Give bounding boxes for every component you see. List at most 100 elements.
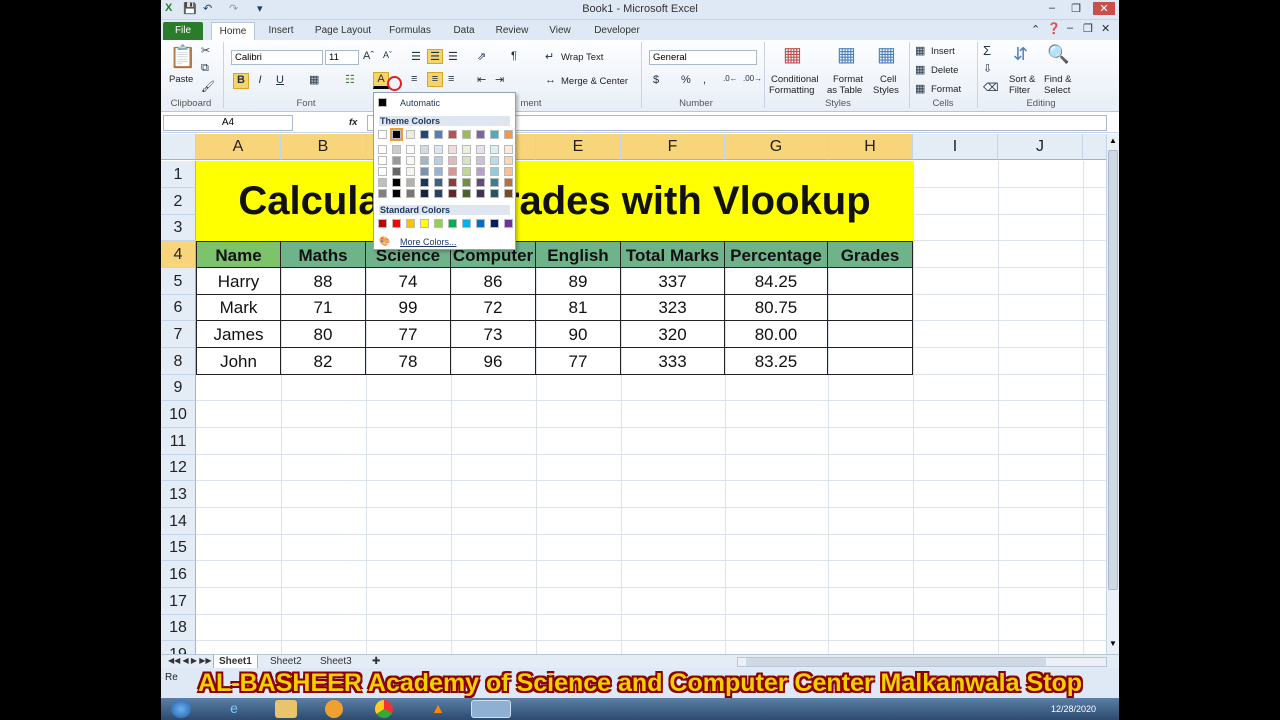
theme-shade-swatch[interactable] [476, 178, 485, 187]
file-explorer-icon[interactable] [275, 700, 297, 718]
worksheet-grid[interactable]: A B C D E F G H I J 1 2 3 4 5 6 7 8 9 10… [161, 134, 1106, 654]
theme-shade-swatch[interactable] [462, 156, 471, 165]
increase-indent-icon[interactable]: ⇥ [495, 73, 504, 86]
header-cell[interactable]: Total Marks [621, 241, 725, 268]
row-header[interactable]: 6 [161, 295, 196, 321]
media-player-icon[interactable] [325, 700, 343, 718]
decrease-decimal-icon[interactable]: .00→ [743, 74, 762, 83]
row-header[interactable]: 15 [161, 535, 196, 561]
minimize-ribbon-icon[interactable]: ⌃ [1031, 23, 1040, 36]
theme-shade-swatch[interactable] [448, 178, 457, 187]
format-cells-icon[interactable]: ▦ [915, 82, 925, 95]
header-cell[interactable]: Maths [281, 241, 366, 268]
tab-developer[interactable]: Developer [589, 22, 645, 40]
align-center-icon[interactable]: ≡ [427, 72, 443, 87]
row-header[interactable]: 18 [161, 615, 196, 641]
column-header[interactable] [1083, 134, 1106, 160]
automatic-option[interactable]: Automatic [400, 98, 440, 108]
start-button-icon[interactable] [171, 700, 191, 718]
sort-filter-button[interactable]: Sort & [1009, 74, 1035, 85]
column-header[interactable]: E [536, 134, 621, 160]
find-select-icon[interactable]: 🔍 [1047, 44, 1069, 65]
sheet-tab[interactable]: Sheet1 [213, 655, 258, 669]
name-box[interactable]: A4 [163, 115, 293, 131]
standard-color-swatch[interactable] [420, 219, 429, 228]
clock-date[interactable]: 12/28/2020 [1051, 704, 1096, 714]
scroll-down-icon[interactable]: ▼ [1108, 639, 1118, 649]
column-header[interactable]: I [913, 134, 998, 160]
table-cell[interactable]: 71 [281, 295, 366, 321]
conditional-formatting-icon[interactable]: ▦ [783, 42, 802, 67]
find-select-label[interactable]: Select [1044, 85, 1070, 96]
theme-shade-swatch[interactable] [378, 178, 387, 187]
table-cell[interactable]: 80 [281, 321, 366, 348]
theme-shade-swatch[interactable] [392, 156, 401, 165]
row-header[interactable]: 16 [161, 561, 196, 588]
theme-shade-swatch[interactable] [462, 167, 471, 176]
horizontal-scrollbar[interactable] [737, 657, 1107, 667]
row-header[interactable]: 8 [161, 348, 196, 375]
minimize-button[interactable]: – [1043, 2, 1061, 14]
table-cell[interactable]: 89 [536, 268, 621, 295]
grade-cell[interactable] [828, 348, 913, 375]
internet-explorer-icon[interactable]: e [223, 700, 245, 718]
theme-shade-swatch[interactable] [504, 145, 513, 154]
theme-color-swatch[interactable] [448, 130, 457, 139]
paste-icon[interactable]: 📋 [169, 44, 197, 72]
table-cell[interactable]: 320 [621, 321, 725, 348]
table-cell[interactable]: James [196, 321, 281, 348]
row-header[interactable]: 14 [161, 508, 196, 535]
vertical-scroll-thumb[interactable] [1108, 150, 1118, 590]
theme-shade-swatch[interactable] [378, 156, 387, 165]
tab-data[interactable]: Data [447, 22, 481, 40]
wrap-text-button[interactable]: Wrap Text [561, 52, 603, 63]
theme-shade-swatch[interactable] [448, 167, 457, 176]
theme-shade-swatch[interactable] [392, 189, 401, 198]
table-cell[interactable]: Mark [196, 295, 281, 321]
theme-shade-swatch[interactable] [490, 178, 499, 187]
vertical-scrollbar[interactable]: ▲ ▼ [1106, 134, 1119, 654]
theme-shade-swatch[interactable] [448, 156, 457, 165]
row-header[interactable]: 13 [161, 481, 196, 508]
borders-icon[interactable]: ▦ [309, 73, 319, 86]
title-banner[interactable]: Calculat rades with Vlookup [196, 161, 913, 241]
row-header[interactable]: 10 [161, 401, 196, 428]
theme-shade-swatch[interactable] [504, 156, 513, 165]
theme-shade-swatch[interactable] [462, 145, 471, 154]
theme-shade-swatch[interactable] [420, 178, 429, 187]
tab-review[interactable]: Review [491, 22, 533, 40]
theme-shade-swatch[interactable] [476, 156, 485, 165]
header-cell[interactable]: Grades [828, 241, 913, 268]
standard-color-swatch[interactable] [392, 219, 401, 228]
theme-color-swatch[interactable] [390, 128, 403, 141]
table-cell[interactable]: 83.25 [725, 348, 828, 375]
theme-shade-swatch[interactable] [434, 167, 443, 176]
column-header[interactable]: B [281, 134, 366, 160]
theme-shade-swatch[interactable] [392, 178, 401, 187]
insert-cells-button[interactable]: Insert [931, 46, 955, 57]
merge-center-button[interactable]: Merge & Center [561, 76, 628, 87]
theme-shade-swatch[interactable] [504, 178, 513, 187]
tab-formulas[interactable]: Formulas [385, 22, 435, 40]
standard-color-swatch[interactable] [448, 219, 457, 228]
increase-decimal-icon[interactable]: .0← [723, 74, 738, 83]
theme-shade-swatch[interactable] [476, 145, 485, 154]
column-header[interactable]: G [725, 134, 828, 160]
theme-shade-swatch[interactable] [420, 145, 429, 154]
row-header[interactable]: 5 [161, 268, 196, 295]
workbook-close-icon[interactable]: ✕ [1101, 22, 1110, 35]
more-colors-option[interactable]: More Colors... [400, 237, 457, 247]
row-header[interactable]: 17 [161, 588, 196, 615]
grade-cell[interactable] [828, 268, 913, 295]
close-button[interactable]: ✕ [1093, 2, 1115, 15]
grade-cell[interactable] [828, 295, 913, 321]
table-cell[interactable]: 73 [451, 321, 536, 348]
tab-home[interactable]: Home [211, 22, 255, 40]
theme-shade-swatch[interactable] [434, 156, 443, 165]
underline-button[interactable]: U [273, 74, 287, 86]
theme-shade-swatch[interactable] [406, 156, 415, 165]
horizontal-scroll-thumb[interactable] [746, 658, 1046, 666]
theme-shade-swatch[interactable] [420, 189, 429, 198]
table-cell[interactable]: 90 [536, 321, 621, 348]
row-header[interactable]: 11 [161, 428, 196, 455]
